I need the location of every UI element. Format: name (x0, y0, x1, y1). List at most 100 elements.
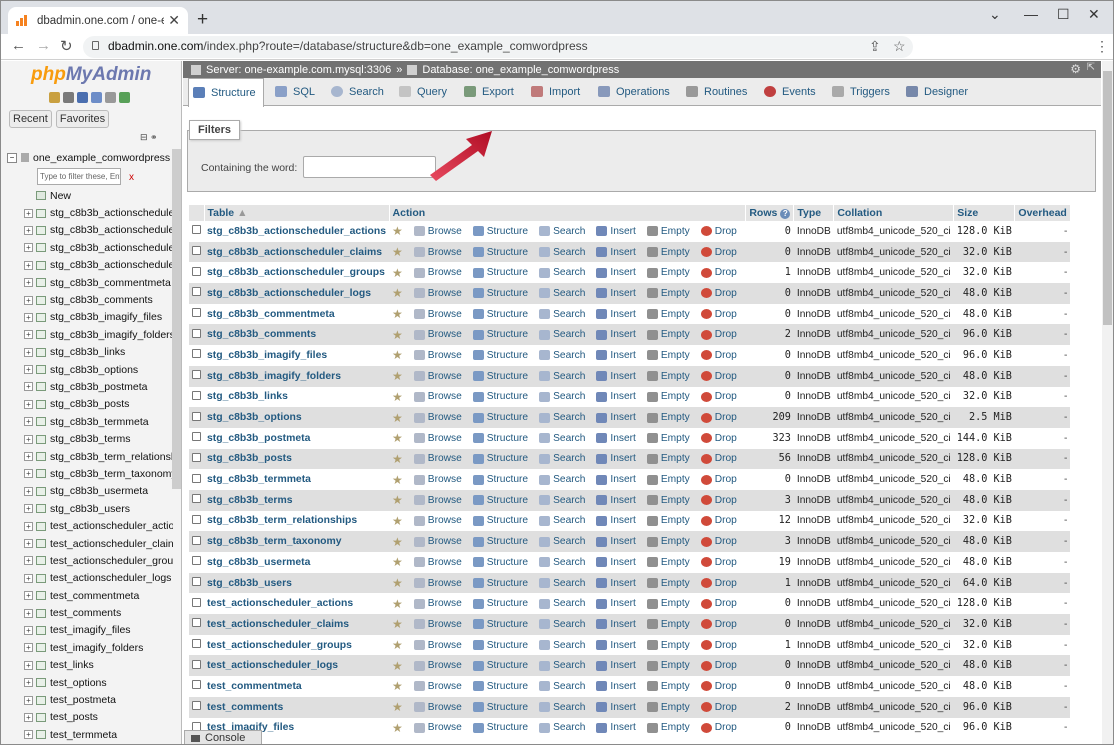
expand-icon[interactable]: + (24, 695, 33, 705)
browse-action[interactable]: Browse (413, 391, 462, 402)
search-action[interactable]: Search (539, 536, 585, 547)
row-checkbox[interactable] (192, 349, 201, 359)
table-name-link[interactable]: stg_c8b3b_links (207, 391, 288, 402)
expand-icon[interactable]: + (24, 504, 33, 514)
tab-operations[interactable]: Operations (594, 78, 670, 106)
back-icon[interactable]: ← (11, 37, 26, 54)
expand-icon[interactable]: + (24, 452, 33, 462)
expand-icon[interactable]: + (24, 660, 33, 670)
table-size[interactable]: 64.0 KiB (953, 572, 1015, 594)
row-checkbox[interactable] (192, 370, 201, 380)
structure-action[interactable]: Structure (472, 598, 528, 609)
new-table-item[interactable]: New (7, 187, 173, 204)
reload-icon[interactable]: ↻ (60, 37, 73, 55)
drop-action[interactable]: Drop (700, 578, 737, 589)
insert-action[interactable]: Insert (596, 557, 636, 568)
row-checkbox[interactable] (192, 225, 201, 235)
browse-action[interactable]: Browse (413, 329, 462, 340)
insert-action[interactable]: Insert (596, 309, 636, 320)
empty-action[interactable]: Empty (646, 247, 690, 258)
empty-action[interactable]: Empty (646, 619, 690, 630)
row-checkbox[interactable] (192, 390, 201, 400)
drop-action[interactable]: Drop (700, 226, 737, 237)
table-name-link[interactable]: test_actionscheduler_actions (207, 598, 353, 609)
favorite-star-icon[interactable]: ★ (392, 597, 403, 611)
drop-action[interactable]: Drop (700, 433, 737, 444)
expand-icon[interactable]: + (24, 591, 33, 601)
expand-icon[interactable]: + (24, 469, 33, 479)
table-size[interactable]: 48.0 KiB (953, 303, 1015, 325)
browse-action[interactable]: Browse (413, 371, 462, 382)
table-size[interactable]: 96.0 KiB (953, 345, 1015, 366)
insert-action[interactable]: Insert (596, 702, 636, 713)
tab-search-icon[interactable]: ⌄ (989, 6, 1001, 23)
nav-table-item[interactable]: + test_commentmeta (7, 587, 173, 604)
search-action[interactable]: Search (539, 681, 585, 692)
table-size[interactable]: 144.0 KiB (953, 427, 1015, 449)
empty-action[interactable]: Empty (646, 681, 690, 692)
nav-table-item[interactable]: + stg_c8b3b_comments (7, 291, 173, 308)
expand-icon[interactable]: + (24, 243, 33, 253)
favorite-star-icon[interactable]: ★ (392, 348, 403, 362)
expand-icon[interactable]: + (24, 556, 33, 566)
insert-action[interactable]: Insert (596, 598, 636, 609)
drop-action[interactable]: Drop (700, 309, 737, 320)
page-scrollbar-thumb[interactable] (1103, 71, 1112, 325)
empty-action[interactable]: Empty (646, 309, 690, 320)
structure-action[interactable]: Structure (472, 350, 528, 361)
empty-action[interactable]: Empty (646, 226, 690, 237)
row-checkbox[interactable] (192, 597, 201, 607)
overhead-column-header[interactable]: Overhead (1014, 205, 1071, 221)
table-size[interactable]: 32.0 KiB (953, 241, 1015, 263)
nav-table-item[interactable]: + stg_c8b3b_users (7, 500, 173, 517)
expand-icon[interactable]: + (24, 278, 33, 288)
favorite-star-icon[interactable]: ★ (392, 369, 403, 383)
search-action[interactable]: Search (539, 598, 585, 609)
structure-action[interactable]: Structure (472, 309, 528, 320)
expand-icon[interactable]: + (24, 330, 33, 340)
docs-icon[interactable] (77, 92, 88, 103)
row-checkbox[interactable] (192, 328, 201, 338)
table-column-header[interactable]: Table ▲ (204, 205, 390, 221)
row-checkbox[interactable] (192, 494, 201, 504)
insert-action[interactable]: Insert (596, 515, 636, 526)
clear-filter-icon[interactable]: x (129, 172, 134, 183)
favorite-star-icon[interactable]: ★ (392, 431, 403, 445)
expand-icon[interactable]: + (24, 643, 33, 653)
insert-action[interactable]: Insert (596, 474, 636, 485)
insert-action[interactable]: Insert (596, 267, 636, 278)
close-window-icon[interactable]: ✕ (1088, 6, 1100, 23)
structure-action[interactable]: Structure (472, 515, 528, 526)
reload-nav-icon[interactable] (119, 92, 130, 103)
search-action[interactable]: Search (539, 288, 585, 299)
nav-table-item[interactable]: + test_actionscheduler_actio (7, 517, 173, 534)
table-name-link[interactable]: stg_c8b3b_usermeta (207, 557, 310, 568)
browse-action[interactable]: Browse (413, 474, 462, 485)
nav-table-item[interactable]: + test_termmeta (7, 726, 173, 743)
browse-action[interactable]: Browse (413, 598, 462, 609)
row-checkbox[interactable] (192, 246, 201, 256)
row-checkbox[interactable] (192, 577, 201, 587)
nav-table-item[interactable]: + stg_c8b3b_links (7, 344, 173, 361)
row-checkbox[interactable] (192, 680, 201, 690)
collapse-arrow-icon[interactable]: ⇱ (1087, 62, 1095, 73)
table-size[interactable]: 32.0 KiB (953, 510, 1015, 532)
search-action[interactable]: Search (539, 578, 585, 589)
row-checkbox[interactable] (192, 308, 201, 318)
expand-icon[interactable]: + (24, 365, 33, 375)
expand-icon[interactable]: + (24, 225, 33, 235)
empty-action[interactable]: Empty (646, 453, 690, 464)
expand-icon[interactable]: + (24, 260, 33, 270)
insert-action[interactable]: Insert (596, 329, 636, 340)
tab-export[interactable]: Export (460, 78, 514, 106)
table-name-link[interactable]: stg_c8b3b_actionscheduler_claims (207, 247, 382, 258)
browse-action[interactable]: Browse (413, 350, 462, 361)
table-name-link[interactable]: stg_c8b3b_actionscheduler_logs (207, 288, 371, 299)
favorite-star-icon[interactable]: ★ (392, 617, 403, 631)
empty-action[interactable]: Empty (646, 371, 690, 382)
expand-icon[interactable]: + (24, 730, 33, 740)
insert-action[interactable]: Insert (596, 433, 636, 444)
nav-scrollbar[interactable] (172, 149, 181, 489)
structure-action[interactable]: Structure (472, 722, 528, 733)
table-size[interactable]: 48.0 KiB (953, 676, 1015, 697)
